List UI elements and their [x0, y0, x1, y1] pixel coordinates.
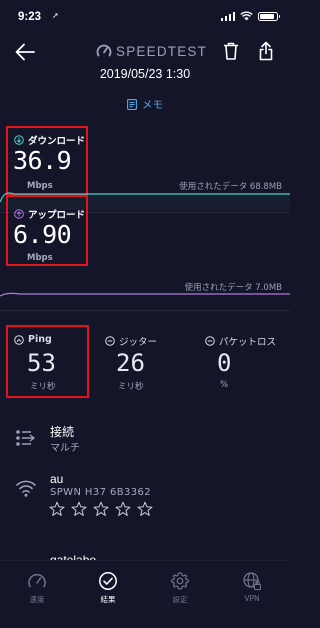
packet-loss-icon — [205, 336, 215, 346]
nav-speed[interactable]: 速度 — [8, 571, 66, 605]
nav-vpn-label: VPN — [244, 594, 260, 603]
speedometer-logo-icon — [96, 44, 112, 57]
location-arrow-icon: ➚ — [52, 11, 59, 20]
star-icon[interactable] — [49, 501, 65, 517]
download-label-text: ダウンロード — [28, 136, 86, 147]
back-button[interactable] — [14, 42, 36, 62]
nav-speed-label: 速度 — [29, 595, 45, 604]
nav-settings-label: 設定 — [172, 595, 188, 604]
nav-results-label: 結果 — [100, 595, 116, 604]
cellular-signal-icon — [220, 11, 235, 21]
upload-value: 6.90 — [13, 220, 72, 249]
status-time: 9:23 — [18, 11, 42, 23]
wifi-icon — [240, 11, 253, 21]
trash-icon — [224, 42, 238, 60]
provider-rating[interactable] — [49, 501, 153, 517]
bottom-navigation: 速度 結果 設定 VPN — [0, 560, 290, 628]
ping-label-text: Ping — [28, 334, 52, 345]
check-circle-icon — [99, 572, 117, 590]
memo-button[interactable]: メモ — [0, 97, 290, 112]
ping-icon — [14, 334, 24, 345]
memo-label: メモ — [142, 99, 163, 111]
arrow-left-icon — [15, 43, 35, 61]
globe-lock-icon — [243, 572, 262, 591]
nav-results[interactable]: 結果 — [79, 571, 137, 605]
star-icon[interactable] — [115, 501, 131, 517]
jitter-icon — [105, 336, 115, 346]
jitter-value: 26 — [116, 349, 145, 377]
battery-icon — [258, 11, 280, 21]
packet-loss-label: パケットロス — [205, 334, 276, 348]
ping-value: 53 — [27, 349, 56, 377]
speedometer-icon — [28, 573, 46, 588]
upload-arrow-icon — [14, 209, 24, 219]
jitter-label-text: ジッター — [119, 337, 158, 348]
status-indicators — [220, 11, 280, 21]
star-icon[interactable] — [137, 501, 153, 517]
download-arrow-icon — [14, 135, 24, 145]
connection-title: 接続 — [50, 425, 75, 439]
connections-icon — [16, 430, 36, 446]
wifi-provider-icon — [16, 480, 36, 497]
jitter-unit: ミリ秒 — [118, 382, 144, 392]
provider-details: SPWN H37 6B3362 — [50, 487, 152, 498]
upload-label: アップロード — [14, 207, 85, 221]
download-value: 36.9 — [13, 146, 72, 175]
ping-label: Ping — [14, 334, 52, 345]
logo-text: SPEEDTEST — [116, 43, 208, 59]
jitter-label: ジッター — [105, 334, 157, 348]
packet-loss-unit: % — [220, 380, 229, 390]
speedtest-logo: SPEEDTEST — [96, 43, 207, 59]
connection-mode: マルチ — [50, 443, 80, 454]
star-icon[interactable] — [93, 501, 109, 517]
star-icon[interactable] — [71, 501, 87, 517]
gear-icon — [171, 572, 189, 590]
download-label: ダウンロード — [14, 133, 85, 147]
upload-label-text: アップロード — [28, 210, 86, 221]
provider-name: au — [50, 472, 64, 486]
test-datetime: 2019/05/23 1:30 — [99, 67, 191, 81]
share-icon — [259, 41, 273, 61]
delete-button[interactable] — [222, 41, 240, 61]
note-icon — [127, 99, 137, 110]
nav-settings[interactable]: 設定 — [151, 571, 209, 605]
packet-loss-value: 0 — [217, 349, 232, 377]
nav-vpn[interactable]: VPN — [223, 571, 281, 603]
packet-loss-label-text: パケットロス — [219, 337, 277, 348]
upload-speed-graph — [0, 292, 290, 297]
section-divider — [0, 310, 290, 311]
share-button[interactable] — [257, 41, 275, 61]
upload-unit: Mbps — [27, 253, 53, 263]
ping-unit: ミリ秒 — [30, 382, 56, 392]
